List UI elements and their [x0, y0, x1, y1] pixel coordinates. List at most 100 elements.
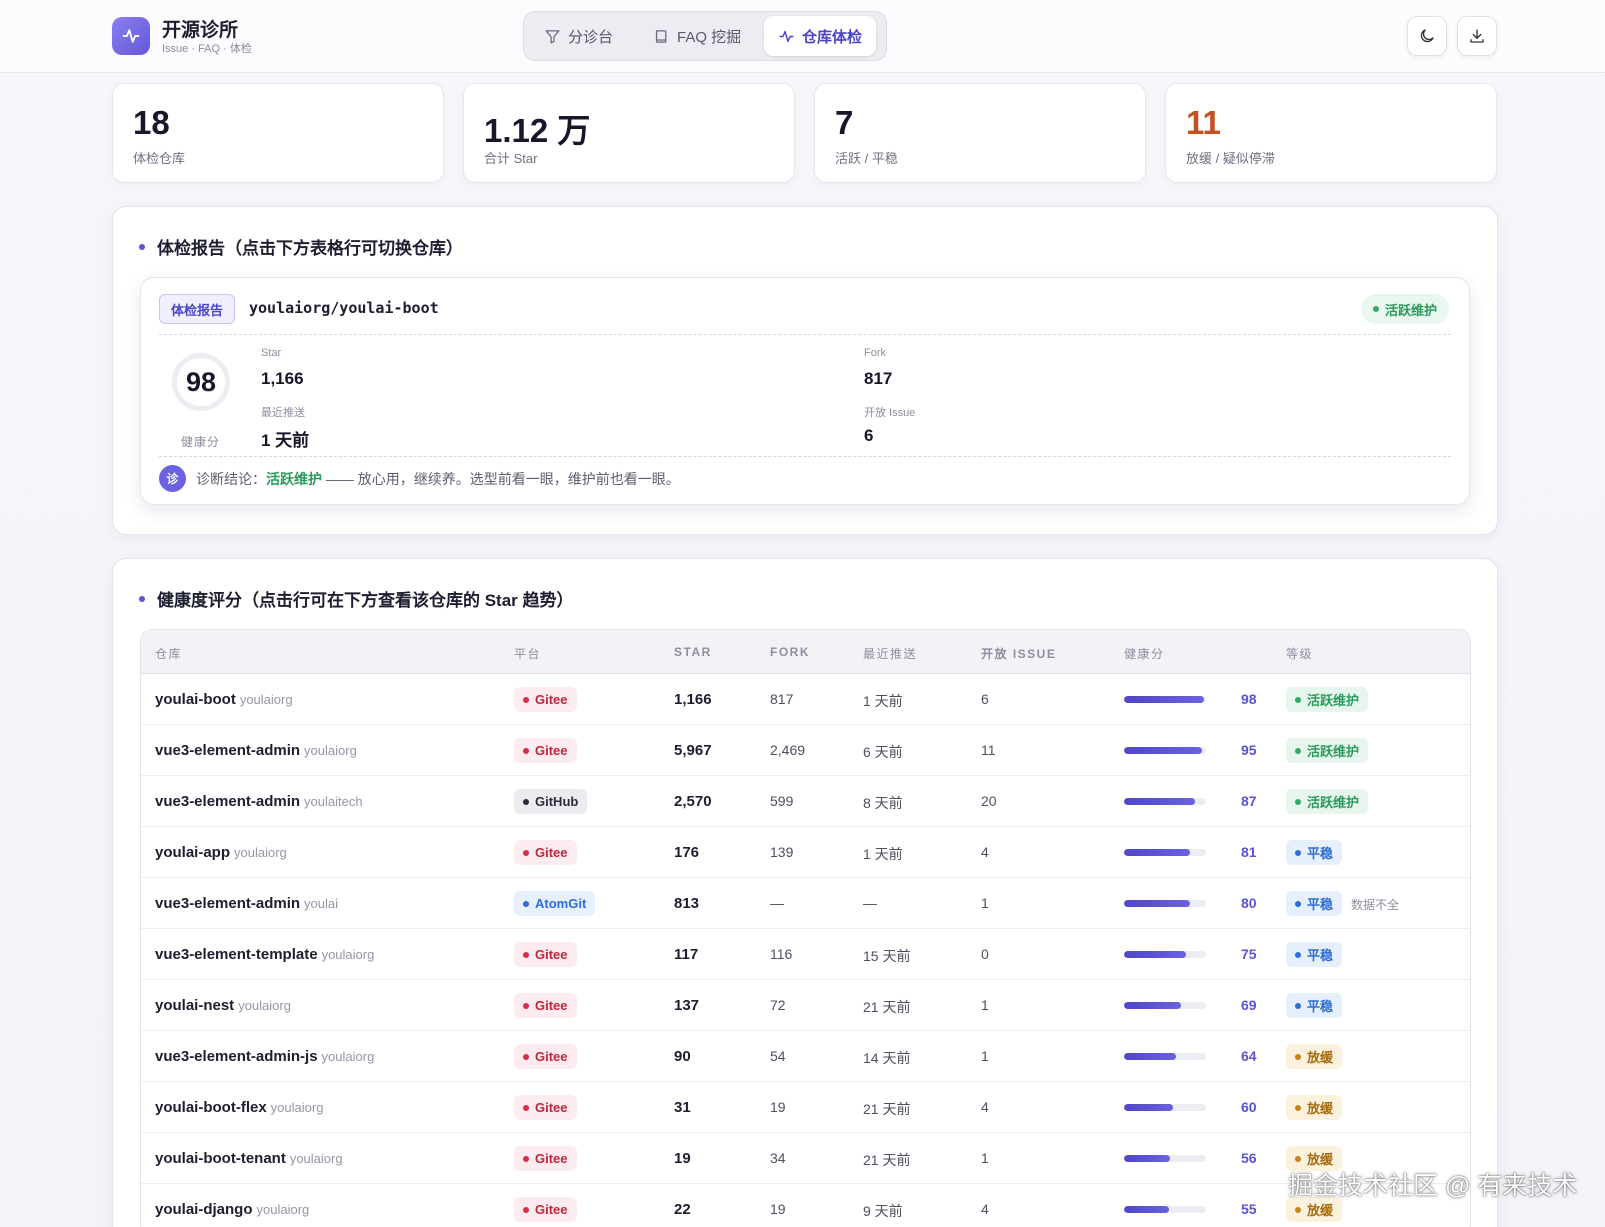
app-logo — [112, 17, 150, 55]
platform-dot — [523, 1104, 529, 1111]
platform-name: GitHub — [535, 794, 579, 809]
repo-name: youlai-nest — [155, 997, 235, 1014]
tab-faq[interactable]: FAQ 挖掘 — [639, 16, 755, 56]
column-header-issue[interactable]: 开放 ISSUE — [981, 645, 1056, 662]
platform-dot — [523, 1002, 529, 1009]
cell-star: 117 — [674, 946, 699, 963]
table-row[interactable]: vue3-element-admin-js youlaiorg Gitee 90 54 1… — [141, 1031, 1470, 1082]
health-score-fill — [1124, 798, 1196, 805]
cell-fork: 54 — [770, 1048, 786, 1064]
status-badge: 活跃维护 — [1360, 294, 1449, 324]
main-tabs: 分诊台 FAQ 挖掘 仓库体检 — [523, 11, 887, 61]
health-score-fill — [1124, 849, 1191, 856]
platform-dot — [523, 1155, 529, 1162]
cell-push: 15 天前 — [863, 948, 911, 964]
data-note: 数据不全 — [1351, 898, 1400, 912]
cell-star: 137 — [674, 997, 700, 1014]
platform-name: Gitee — [535, 692, 568, 707]
table-row[interactable]: youlai-django youlaiorg Gitee 22 19 9 天前 4 55 放缓 — [141, 1184, 1470, 1227]
health-score-bar — [1124, 696, 1206, 703]
platform-name: Gitee — [535, 1049, 568, 1064]
cell-issue: 0 — [981, 946, 989, 962]
grade-badge: 平稳 — [1286, 942, 1343, 967]
column-header-platform[interactable]: 平台 — [514, 645, 541, 662]
app-header: 开源诊所 Issue · FAQ · 体检 分诊台 FAQ 挖掘 仓库体检 — [0, 0, 1605, 73]
health-table-section: 健康度评分（点击行可在下方查看该仓库的 Star 趋势） 仓库 平台 STAR … — [112, 558, 1498, 1227]
cell-score: 64 — [1241, 1048, 1257, 1064]
stat-label: 体检仓库 — [133, 151, 186, 166]
tab-label: 仓库体检 — [802, 28, 863, 46]
cell-issue: 4 — [981, 1201, 989, 1217]
cell-issue: 20 — [981, 793, 997, 809]
stat-card-stars: 1.12 万 合计 Star — [463, 83, 795, 183]
repo-owner: youlaiorg — [304, 743, 357, 758]
cell-repo: vue3-element-admin-js youlaiorg — [155, 1048, 374, 1065]
table-row[interactable]: vue3-element-admin youlaiorg Gitee 5,967 2,4… — [141, 725, 1470, 776]
platform-badge: Gitee — [514, 993, 577, 1018]
cell-score: 60 — [1241, 1099, 1257, 1115]
cell-issue: 4 — [981, 844, 989, 860]
cell-repo: youlai-nest youlaiorg — [155, 997, 291, 1014]
cell-score: 69 — [1241, 997, 1257, 1013]
grade-text: 活跃维护 — [1307, 744, 1360, 759]
column-header-score[interactable]: 健康分 — [1124, 645, 1165, 662]
platform-badge: Gitee — [514, 1044, 577, 1069]
column-header-push[interactable]: 最近推送 — [863, 645, 917, 662]
platform-name: Gitee — [535, 1202, 568, 1217]
theme-toggle-button[interactable] — [1407, 16, 1447, 56]
repo-name: youlai-boot — [155, 691, 236, 708]
table-row[interactable]: youlai-app youlaiorg Gitee 176 139 1 天前 4 81 平稳 — [141, 827, 1470, 878]
health-score-bar — [1124, 1053, 1206, 1060]
repo-owner: youlaitech — [304, 794, 363, 809]
stat-label: 合计 Star — [484, 151, 538, 166]
cell-push: 21 天前 — [863, 1152, 911, 1168]
column-header-fork[interactable]: FORK — [770, 645, 810, 659]
table-row[interactable]: youlai-boot-flex youlaiorg Gitee 31 19 21 天前 4… — [141, 1082, 1470, 1133]
grade-text: 平稳 — [1307, 846, 1334, 861]
cell-fork: 19 — [770, 1099, 786, 1115]
health-score-fill — [1124, 747, 1202, 754]
tab-repo-checkup[interactable]: 仓库体检 — [764, 16, 877, 56]
watermark: 掘金技术社区 @ 有来技术 — [1288, 1172, 1578, 1200]
cell-fork: 2,469 — [770, 742, 806, 758]
stat-label: 活跃 / 平稳 — [835, 151, 898, 166]
table-row[interactable]: youlai-nest youlaiorg Gitee 137 72 21 天前 1 69 平稳 — [141, 980, 1470, 1031]
stat-value: 18 — [133, 104, 170, 141]
tab-triage[interactable]: 分诊台 — [530, 16, 627, 56]
divider — [159, 456, 1451, 457]
cell-star: 31 — [674, 1099, 691, 1116]
section-title-text: 健康度评分（点击行可在下方查看该仓库的 Star 趋势） — [157, 591, 574, 610]
grade-text: 平稳 — [1307, 897, 1334, 912]
table-row[interactable]: vue3-element-admin youlai AtomGit 813 — — 1 80 平… — [141, 878, 1470, 929]
column-header-repo[interactable]: 仓库 — [155, 645, 182, 662]
column-header-star[interactable]: STAR — [674, 645, 712, 659]
table-row[interactable]: youlai-boot-tenant youlaiorg Gitee 19 34 21 天… — [141, 1133, 1470, 1184]
repo-name: vue3-element-admin-js — [155, 1048, 318, 1065]
metric-label-fork: Fork — [864, 347, 886, 359]
repo-name: youlai-app — [155, 844, 231, 861]
download-button[interactable] — [1457, 16, 1497, 56]
bullet-dot — [139, 243, 145, 250]
report-panel: 体检报告 youlaiorg/youlai-boot 活跃维护 98 健康分 S… — [140, 277, 1470, 505]
table-row[interactable]: vue3-element-admin youlaitech GitHub 2,570 5… — [141, 776, 1470, 827]
repo-name: vue3-element-template — [155, 946, 318, 963]
cell-fork: 72 — [770, 997, 786, 1013]
cell-fork: 599 — [770, 793, 794, 809]
health-score-fill — [1124, 1002, 1181, 1009]
grade-badge: 放缓 — [1286, 1044, 1343, 1069]
table-row[interactable]: youlai-boot youlaiorg Gitee 1,166 817 1 天前 6 98… — [141, 674, 1470, 725]
health-score-bar — [1124, 951, 1206, 958]
pulse-icon — [779, 30, 794, 42]
column-header-grade[interactable]: 等级 — [1286, 645, 1313, 662]
platform-name: Gitee — [535, 1100, 568, 1115]
cell-star: 176 — [674, 844, 700, 861]
grade-badge: 放缓 — [1286, 1095, 1343, 1120]
table-row[interactable]: vue3-element-template youlaiorg Gitee 117 11… — [141, 929, 1470, 980]
platform-dot — [523, 1053, 529, 1060]
stat-card-repos: 18 体检仓库 — [112, 83, 444, 183]
grade-badge: 活跃维护 — [1286, 687, 1369, 712]
health-table: 仓库 平台 STAR FORK 最近推送 开放 ISSUE 健康分 等级 you… — [140, 629, 1471, 1227]
cell-repo: vue3-element-admin youlaiorg — [155, 742, 357, 759]
grade-badge: 活跃维护 — [1286, 789, 1369, 814]
cell-score: 75 — [1241, 946, 1257, 962]
